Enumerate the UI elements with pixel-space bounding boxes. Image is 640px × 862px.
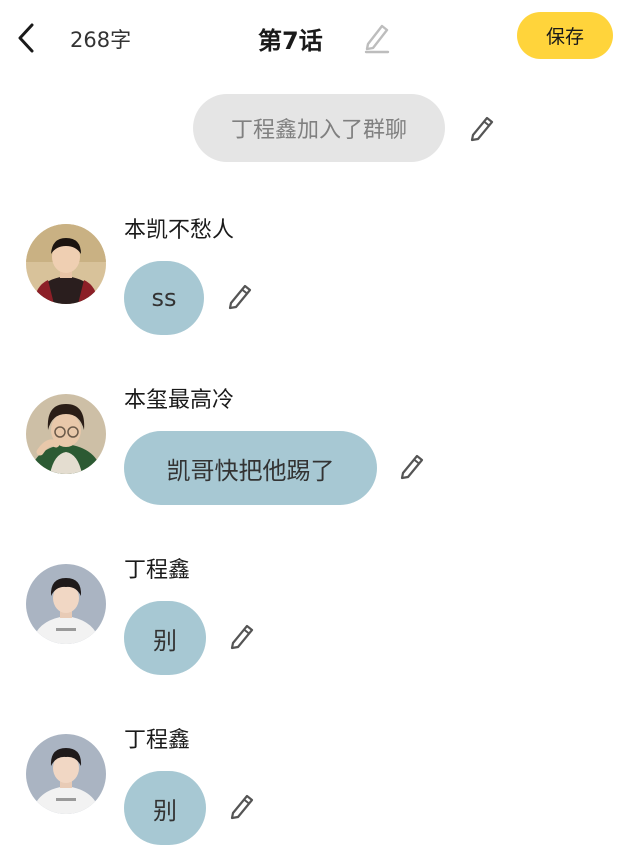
- title-group: 第7话: [258, 18, 323, 58]
- chevron-left-icon: [18, 23, 34, 53]
- avatar[interactable]: [26, 224, 106, 304]
- message-edit-button[interactable]: [398, 451, 426, 481]
- avatar-image: [26, 564, 106, 644]
- avatar-image: [26, 224, 106, 304]
- save-button[interactable]: 保存: [517, 12, 613, 59]
- avatar[interactable]: [26, 564, 106, 644]
- avatar[interactable]: [26, 394, 106, 474]
- chat-message: 本凯不愁人 ss: [0, 212, 640, 342]
- sender-name: 本凯不愁人: [124, 218, 235, 243]
- message-edit-button[interactable]: [226, 281, 254, 311]
- chat-message: 丁程鑫 别: [0, 722, 640, 852]
- system-message-edit-button[interactable]: [468, 113, 496, 143]
- avatar-image: [26, 394, 106, 474]
- pencil-icon: [230, 624, 254, 650]
- pencil-icon: [364, 24, 390, 54]
- sender-name: 本玺最高冷: [124, 388, 235, 413]
- title-edit-button[interactable]: [362, 20, 392, 54]
- system-message: 丁程鑫加入了群聊: [193, 94, 445, 162]
- pencil-icon: [400, 454, 424, 480]
- pencil-icon: [230, 794, 254, 820]
- page-title: 第7话: [258, 26, 323, 55]
- message-edit-button[interactable]: [228, 621, 256, 651]
- sender-name: 丁程鑫: [124, 728, 191, 753]
- sender-name: 丁程鑫: [124, 558, 191, 583]
- top-bar: 268字 第7话 保存: [0, 0, 640, 76]
- pencil-icon: [228, 284, 252, 310]
- avatar-image: [26, 734, 106, 814]
- message-bubble[interactable]: ss: [124, 261, 204, 335]
- avatar[interactable]: [26, 734, 106, 814]
- chat-message: 丁程鑫 别: [0, 552, 640, 682]
- back-button[interactable]: [12, 18, 42, 58]
- message-bubble[interactable]: 别: [124, 771, 206, 845]
- message-edit-button[interactable]: [228, 791, 256, 821]
- word-count: 268字: [70, 28, 132, 52]
- pencil-icon: [470, 116, 494, 142]
- chat-message: 本玺最高冷 凯哥快把他踢了: [0, 382, 640, 512]
- message-bubble[interactable]: 凯哥快把他踢了: [124, 431, 377, 505]
- message-bubble[interactable]: 别: [124, 601, 206, 675]
